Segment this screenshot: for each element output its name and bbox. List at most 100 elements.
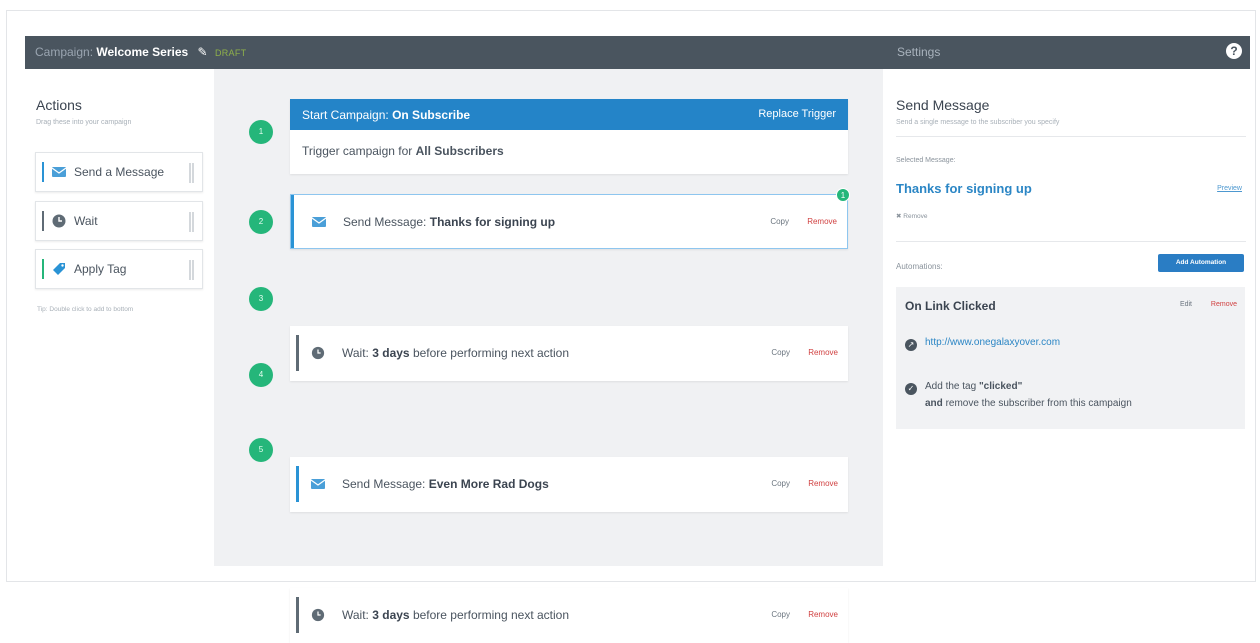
trigger-value: On Subscribe [392, 108, 471, 122]
preview-link[interactable]: Preview [1217, 185, 1242, 192]
automation-card: On Link Clicked Edit Remove ↗ http://www.… [896, 287, 1245, 429]
drag-handle-icon[interactable] [189, 212, 194, 232]
drag-handle-icon[interactable] [189, 260, 194, 280]
envelope-icon [311, 217, 327, 227]
campaign-name[interactable]: Welcome Series [96, 45, 188, 59]
action-label: Wait [74, 214, 98, 228]
copy-button[interactable]: Copy [771, 348, 790, 357]
remove-button[interactable]: Remove [1211, 301, 1237, 308]
action-prefix: Add the tag [925, 381, 977, 392]
step-send-message[interactable]: Send Message: Thanks for signing up Copy… [290, 194, 848, 249]
step-text: Send Message: Even More Rad Dogs [342, 477, 549, 491]
workflow-canvas: 1 Start Campaign: On Subscribe Replace T… [214, 69, 883, 643]
accent-bar [296, 466, 299, 502]
trigger-prefix: Start Campaign: [302, 108, 389, 122]
replace-trigger-button[interactable]: Replace Trigger [758, 108, 836, 120]
selected-message[interactable]: Thanks for signing up [896, 181, 1032, 196]
clock-icon [311, 608, 325, 622]
status-badge: DRAFT [214, 48, 247, 58]
remove-button[interactable]: Remove [808, 348, 838, 357]
action-and: and [925, 398, 943, 409]
step-text: Wait: 3 days before performing next acti… [342, 346, 569, 360]
copy-button[interactable]: Copy [771, 610, 790, 619]
step-number: 5 [249, 438, 273, 462]
step-send-message[interactable]: Send Message: Even More Rad Dogs Copy Re… [290, 457, 848, 512]
step-text: Send Message: Thanks for signing up [343, 215, 555, 229]
divider [896, 136, 1246, 137]
trigger-title: Start Campaign: On Subscribe [302, 108, 470, 122]
drag-handle-icon[interactable] [189, 163, 194, 183]
settings-title: Send Message [896, 97, 990, 113]
pencil-icon[interactable]: ✎ [198, 45, 208, 59]
envelope-icon [310, 479, 326, 489]
accent-bar [42, 259, 44, 279]
edit-button[interactable]: Edit [1180, 301, 1192, 308]
actions-panel: Actions Drag these into your campaign Se… [25, 69, 214, 566]
actions-subtitle: Drag these into your campaign [36, 119, 132, 126]
step-value: Thanks for signing up [429, 215, 556, 229]
trigger-card[interactable]: Start Campaign: On Subscribe Replace Tri… [290, 99, 848, 174]
automation-action-line2: and remove the subscriber from this camp… [925, 398, 1132, 409]
step-number: 1 [249, 120, 273, 144]
step-value: 3 days [372, 608, 410, 622]
top-bar: Campaign: Welcome Series ✎ DRAFT Setting… [25, 36, 1250, 69]
help-icon[interactable]: ? [1226, 43, 1242, 59]
trigger-header: Start Campaign: On Subscribe Replace Tri… [290, 99, 848, 130]
step-number: 3 [249, 287, 273, 311]
check-circle-icon: ✓ [905, 383, 917, 395]
settings-subtitle: Send a single message to the subscriber … [896, 119, 1060, 126]
step-suffix: before performing next action [412, 346, 570, 360]
step-wait[interactable]: Wait: 3 days before performing next acti… [290, 588, 848, 643]
divider [896, 241, 1246, 242]
clock-icon [311, 346, 325, 360]
campaign-header: Campaign: Welcome Series ✎ DRAFT [35, 45, 246, 59]
step-suffix: before performing next action [412, 608, 570, 622]
copy-button[interactable]: Copy [770, 217, 789, 226]
action-label: Send a Message [74, 165, 165, 179]
step-value: Even More Rad Dogs [428, 477, 549, 491]
selected-badge: 1 [836, 188, 850, 202]
accent-bar [291, 195, 294, 248]
step-text: Wait: 3 days before performing next acti… [342, 608, 569, 622]
add-automation-button[interactable]: Add Automation [1158, 254, 1244, 272]
clock-icon [52, 214, 66, 228]
action-send-message[interactable]: Send a Message [35, 152, 203, 192]
action-rest: remove the subscriber from this campaign [945, 398, 1132, 409]
step-value: 3 days [372, 346, 410, 360]
remove-button[interactable]: Remove [808, 479, 838, 488]
automation-title: On Link Clicked [905, 299, 996, 313]
campaign-label: Campaign: [35, 45, 94, 59]
action-wait[interactable]: Wait [35, 201, 203, 241]
action-tag: "clicked" [978, 381, 1023, 392]
step-prefix: Send Message: [342, 477, 426, 491]
action-label: Apply Tag [74, 262, 127, 276]
actions-tip: Tip: Double click to add to bottom [37, 306, 134, 313]
remove-label: Remove [903, 213, 928, 220]
step-prefix: Wait: [342, 608, 369, 622]
accent-bar [42, 211, 44, 231]
automation-url[interactable]: http://www.onegalaxyover.com [925, 337, 1060, 348]
accent-bar [296, 597, 299, 633]
actions-title: Actions [36, 97, 82, 113]
remove-message-link[interactable]: ✖ Remove [896, 212, 927, 220]
envelope-icon [51, 167, 67, 177]
trigger-body-value: All Subscribers [415, 144, 504, 158]
trigger-body-prefix: Trigger campaign for [302, 144, 413, 158]
step-prefix: Send Message: [343, 215, 427, 229]
step-wait[interactable]: Wait: 3 days before performing next acti… [290, 326, 848, 381]
action-apply-tag[interactable]: Apply Tag [35, 249, 203, 289]
settings-panel: Send Message Send a single message to th… [883, 69, 1250, 566]
step-prefix: Wait: [342, 346, 369, 360]
automation-action-row: ✓ Add the tag "clicked" [905, 381, 1022, 395]
copy-button[interactable]: Copy [771, 479, 790, 488]
remove-button[interactable]: Remove [807, 217, 837, 226]
settings-title: Settings [897, 45, 941, 59]
automation-url-row: ↗ http://www.onegalaxyover.com [905, 337, 1060, 351]
selected-message-label: Selected Message: [896, 157, 956, 164]
accent-bar [296, 335, 299, 371]
step-number: 2 [249, 210, 273, 234]
automations-label: Automations: [896, 262, 943, 271]
remove-button[interactable]: Remove [808, 610, 838, 619]
link-icon: ↗ [905, 339, 917, 351]
tag-icon [53, 263, 65, 275]
